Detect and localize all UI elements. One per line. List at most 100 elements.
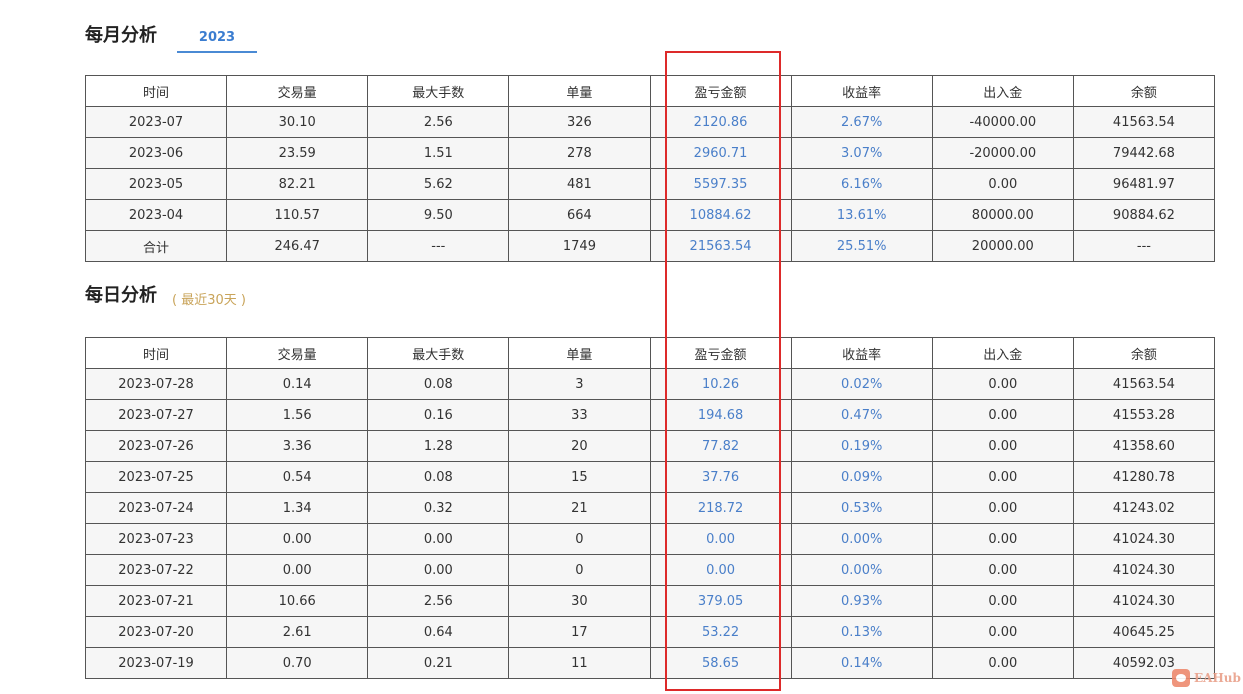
cell-balance: 40645.25: [1072, 616, 1216, 648]
monthly-table: 时间 交易量 最大手数 单量 盈亏金额 收益率 出入金 余额 2023-07 3…: [84, 75, 1216, 262]
cell-return: 0.00%: [790, 554, 933, 586]
total-row: 合计 246.47 --- 1749 21563.54 25.51% 20000…: [84, 230, 1216, 262]
cell-deposit: -20000.00: [931, 137, 1074, 169]
cell-profit: 379.05: [649, 585, 792, 617]
cell-orders: 11: [508, 647, 651, 679]
cell-return: 0.02%: [790, 368, 933, 400]
cell-time: 合计: [84, 230, 228, 262]
table-row: 2023-07-26 3.36 1.28 20 77.82 0.19% 0.00…: [84, 430, 1216, 462]
cell-time: 2023-07-26: [84, 430, 228, 462]
cell-time: 2023-07-24: [84, 492, 228, 524]
cell-deposit: 80000.00: [931, 199, 1074, 231]
cell-return: 0.09%: [790, 461, 933, 493]
cell-max-lots: ---: [367, 230, 510, 262]
cell-orders: 1749: [508, 230, 651, 262]
cell-return: 0.19%: [790, 430, 933, 462]
table-row: 2023-07-28 0.14 0.08 3 10.26 0.02% 0.00 …: [84, 368, 1216, 400]
table-row: 2023-07 30.10 2.56 326 2120.86 2.67% -40…: [84, 106, 1216, 138]
cell-orders: 33: [508, 399, 651, 431]
table-row: 2023-04 110.57 9.50 664 10884.62 13.61% …: [84, 199, 1216, 231]
cell-balance: 41358.60: [1072, 430, 1216, 462]
cell-orders: 30: [508, 585, 651, 617]
cell-orders: 481: [508, 168, 651, 200]
cell-volume: 0.00: [226, 554, 369, 586]
table-row: 2023-07-19 0.70 0.21 11 58.65 0.14% 0.00…: [84, 647, 1216, 679]
cell-volume: 82.21: [226, 168, 369, 200]
cell-orders: 20: [508, 430, 651, 462]
cell-max-lots: 0.32: [367, 492, 510, 524]
cell-max-lots: 0.08: [367, 461, 510, 493]
monthly-analysis-title: 每月分析: [85, 25, 157, 46]
col-header: 单量: [508, 337, 651, 369]
cell-volume: 246.47: [226, 230, 369, 262]
cell-profit: 10884.62: [649, 199, 792, 231]
cell-balance: 41243.02: [1072, 492, 1216, 524]
cell-balance: 96481.97: [1072, 168, 1216, 200]
cell-profit: 0.00: [649, 554, 792, 586]
cell-balance: 41563.54: [1072, 106, 1216, 138]
col-header: 出入金: [931, 75, 1074, 107]
cell-volume: 2.61: [226, 616, 369, 648]
cell-max-lots: 0.00: [367, 523, 510, 555]
watermark-text: EAHub: [1194, 671, 1241, 685]
cell-profit: 21563.54: [649, 230, 792, 262]
cell-profit: 37.76: [649, 461, 792, 493]
cell-deposit: -40000.00: [931, 106, 1074, 138]
year-tab-2023[interactable]: 2023: [177, 27, 257, 53]
cell-volume: 1.56: [226, 399, 369, 431]
col-header: 时间: [84, 337, 228, 369]
cell-orders: 3: [508, 368, 651, 400]
table-row: 2023-07-24 1.34 0.32 21 218.72 0.53% 0.0…: [84, 492, 1216, 524]
cell-orders: 278: [508, 137, 651, 169]
cell-return: 25.51%: [790, 230, 933, 262]
cell-time: 2023-07: [84, 106, 228, 138]
cell-profit: 53.22: [649, 616, 792, 648]
cell-deposit: 0.00: [931, 461, 1074, 493]
cell-max-lots: 0.00: [367, 554, 510, 586]
cell-time: 2023-07-22: [84, 554, 228, 586]
cell-deposit: 0.00: [931, 647, 1074, 679]
cell-deposit: 0.00: [931, 585, 1074, 617]
cell-return: 0.00%: [790, 523, 933, 555]
col-header: 交易量: [226, 75, 369, 107]
cell-orders: 0: [508, 523, 651, 555]
cell-time: 2023-07-21: [84, 585, 228, 617]
cell-balance: 41024.30: [1072, 523, 1216, 555]
eahub-logo-icon: [1172, 669, 1190, 687]
cell-orders: 326: [508, 106, 651, 138]
cell-time: 2023-06: [84, 137, 228, 169]
table-header-row: 时间 交易量 最大手数 单量 盈亏金额 收益率 出入金 余额: [84, 75, 1216, 107]
cell-profit: 0.00: [649, 523, 792, 555]
cell-deposit: 0.00: [931, 430, 1074, 462]
cell-profit: 5597.35: [649, 168, 792, 200]
col-header: 最大手数: [367, 337, 510, 369]
cell-time: 2023-04: [84, 199, 228, 231]
cell-volume: 0.14: [226, 368, 369, 400]
table-row: 2023-05 82.21 5.62 481 5597.35 6.16% 0.0…: [84, 168, 1216, 200]
cell-return: 0.13%: [790, 616, 933, 648]
cell-return: 0.53%: [790, 492, 933, 524]
cell-balance: 41024.30: [1072, 585, 1216, 617]
cell-deposit: 0.00: [931, 168, 1074, 200]
cell-max-lots: 0.64: [367, 616, 510, 648]
cell-volume: 3.36: [226, 430, 369, 462]
watermark: EAHub: [1172, 668, 1241, 688]
table-row: 2023-07-23 0.00 0.00 0 0.00 0.00% 0.00 4…: [84, 523, 1216, 555]
cell-balance: 79442.68: [1072, 137, 1216, 169]
cell-profit: 2960.71: [649, 137, 792, 169]
cell-deposit: 0.00: [931, 616, 1074, 648]
cell-return: 6.16%: [790, 168, 933, 200]
cell-max-lots: 9.50: [367, 199, 510, 231]
cell-profit: 10.26: [649, 368, 792, 400]
cell-volume: 110.57: [226, 199, 369, 231]
col-header: 余额: [1072, 75, 1216, 107]
cell-balance: 90884.62: [1072, 199, 1216, 231]
cell-deposit: 0.00: [931, 399, 1074, 431]
cell-time: 2023-07-23: [84, 523, 228, 555]
table-row: 2023-07-21 10.66 2.56 30 379.05 0.93% 0.…: [84, 585, 1216, 617]
daily-analysis-title: 每日分析: [85, 285, 157, 306]
cell-balance: 41024.30: [1072, 554, 1216, 586]
cell-balance: 41553.28: [1072, 399, 1216, 431]
col-header: 出入金: [931, 337, 1074, 369]
cell-max-lots: 2.56: [367, 106, 510, 138]
